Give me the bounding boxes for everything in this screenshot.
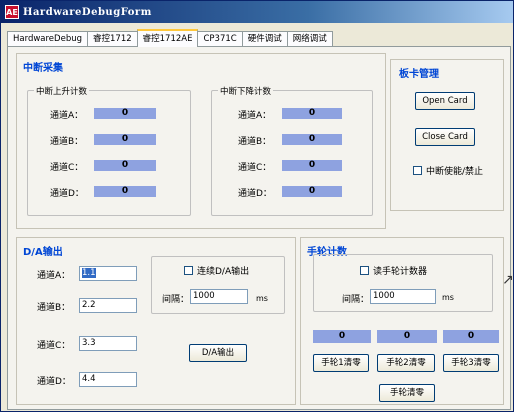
tab-ruikong-1712[interactable]: 睿控1712 bbox=[87, 31, 138, 47]
handwheel-read-group: 读手轮计数器 间隔： 1000 ms bbox=[313, 254, 493, 312]
continuous-da-group: 连续D/A输出 间隔： 1000 ms bbox=[151, 256, 285, 314]
fall-channel-a-label: 通道A： bbox=[238, 111, 272, 121]
open-card-button[interactable]: Open Card bbox=[415, 92, 475, 110]
fall-channel-b-label: 通道B： bbox=[238, 137, 272, 147]
read-handwheel-label: 读手轮计数器 bbox=[373, 267, 428, 277]
handwheel-2-counter: 0 bbox=[377, 330, 437, 343]
da-interval-label: 间隔： bbox=[162, 295, 190, 305]
fall-count-title: 中断下降计数 bbox=[218, 85, 274, 97]
rise-channel-a-value: 0 bbox=[94, 108, 156, 119]
tab-cp371c[interactable]: CP371C bbox=[197, 31, 243, 47]
checkbox-box[interactable] bbox=[413, 166, 422, 175]
mouse-cursor-icon: ↗ bbox=[502, 272, 514, 288]
rise-count-group: 中断上升计数 通道A： 0 通道B： 0 通道C： 0 通道D： 0 bbox=[27, 85, 191, 216]
da-channel-d-label: 通道D： bbox=[37, 377, 71, 387]
da-panel-title: D/A输出 bbox=[23, 247, 63, 258]
read-handwheel-checkbox[interactable]: 读手轮计数器 bbox=[360, 264, 427, 277]
window-title: HardwareDebugForm bbox=[23, 6, 152, 18]
da-channel-d-input[interactable]: 4.4 bbox=[79, 372, 137, 387]
rise-channel-d-label: 通道D： bbox=[50, 189, 84, 199]
da-channel-b-label: 通道B： bbox=[37, 303, 71, 313]
fall-channel-c-value: 0 bbox=[282, 160, 342, 171]
rise-channel-d-value: 0 bbox=[94, 186, 156, 197]
da-channel-c-label: 通道C： bbox=[37, 341, 71, 351]
rise-channel-c-value: 0 bbox=[94, 160, 156, 171]
checkbox-box[interactable] bbox=[360, 266, 369, 275]
rise-channel-b-value: 0 bbox=[94, 134, 156, 145]
interrupt-panel-title: 中断采集 bbox=[23, 63, 63, 74]
board-panel-title: 板卡管理 bbox=[399, 69, 439, 80]
handwheel-3-clear-button[interactable]: 手轮3清零 bbox=[443, 354, 499, 372]
da-output-panel: D/A输出 通道A： 1.1 通道B： 2.2 通道C： 3.3 通道D： 4.… bbox=[16, 237, 296, 405]
board-panel: 板卡管理 Open Card Close Card 中断使能/禁止 bbox=[390, 59, 504, 211]
rise-channel-c-label: 通道C： bbox=[50, 163, 84, 173]
handwheel-interval-unit: ms bbox=[442, 293, 454, 302]
app-icon: AE bbox=[5, 5, 19, 19]
da-interval-input[interactable]: 1000 bbox=[190, 289, 248, 304]
interrupt-panel: 中断采集 中断上升计数 通道A： 0 通道B： 0 通道C： 0 通道D： 0 … bbox=[16, 53, 386, 229]
fall-channel-c-label: 通道C： bbox=[238, 163, 272, 173]
fall-channel-b-value: 0 bbox=[282, 134, 342, 145]
da-channel-b-input[interactable]: 2.2 bbox=[79, 298, 137, 313]
checkbox-box[interactable] bbox=[184, 266, 193, 275]
fall-channel-d-value: 0 bbox=[282, 186, 342, 197]
tab-network-debug[interactable]: 网络调试 bbox=[286, 31, 333, 47]
title-bar[interactable]: AE HardwareDebugForm bbox=[1, 1, 513, 23]
tab-hardware-debug[interactable]: 硬件调试 bbox=[241, 31, 288, 47]
handwheel-clear-all-button[interactable]: 手轮清零 bbox=[379, 384, 435, 402]
handwheel-interval-input[interactable]: 1000 bbox=[370, 289, 436, 304]
continuous-da-label: 连续D/A输出 bbox=[197, 267, 250, 277]
rise-channel-a-label: 通道A： bbox=[50, 111, 84, 121]
fall-channel-d-label: 通道D： bbox=[238, 189, 272, 199]
tab-hardwaredebug[interactable]: HardwareDebug bbox=[7, 31, 88, 47]
app-window: AE HardwareDebugForm HardwareDebug 睿控171… bbox=[0, 0, 514, 412]
interrupt-enable-label: 中断使能/禁止 bbox=[426, 167, 484, 177]
fall-channel-a-value: 0 bbox=[282, 108, 342, 119]
da-channel-a-label: 通道A： bbox=[37, 271, 71, 281]
close-card-button[interactable]: Close Card bbox=[415, 128, 475, 146]
rise-channel-b-label: 通道B： bbox=[50, 137, 84, 147]
tab-panel: 中断采集 中断上升计数 通道A： 0 通道B： 0 通道C： 0 通道D： 0 … bbox=[7, 46, 511, 410]
da-output-button[interactable]: D/A输出 bbox=[189, 344, 247, 362]
rise-count-title: 中断上升计数 bbox=[34, 85, 90, 97]
handwheel-1-counter: 0 bbox=[313, 330, 371, 343]
fall-count-group: 中断下降计数 通道A： 0 通道B： 0 通道C： 0 通道D： 0 bbox=[211, 85, 373, 216]
continuous-da-checkbox[interactable]: 连续D/A输出 bbox=[184, 264, 249, 277]
handwheel-3-counter: 0 bbox=[443, 330, 499, 343]
handwheel-panel: 手轮计数 读手轮计数器 间隔： 1000 ms 0 0 0 手轮1清零 手轮2清… bbox=[300, 237, 504, 405]
da-interval-unit: ms bbox=[256, 294, 268, 303]
handwheel-2-clear-button[interactable]: 手轮2清零 bbox=[377, 354, 435, 372]
tab-strip: HardwareDebug 睿控1712 睿控1712AE CP371C 硬件调… bbox=[7, 29, 333, 47]
tab-ruikong-1712ae[interactable]: 睿控1712AE bbox=[136, 29, 199, 47]
da-channel-a-input[interactable]: 1.1 bbox=[79, 266, 137, 281]
handwheel-interval-label: 间隔： bbox=[342, 295, 370, 305]
handwheel-1-clear-button[interactable]: 手轮1清零 bbox=[313, 354, 369, 372]
interrupt-enable-checkbox[interactable]: 中断使能/禁止 bbox=[413, 164, 483, 177]
da-channel-c-input[interactable]: 3.3 bbox=[79, 336, 137, 351]
